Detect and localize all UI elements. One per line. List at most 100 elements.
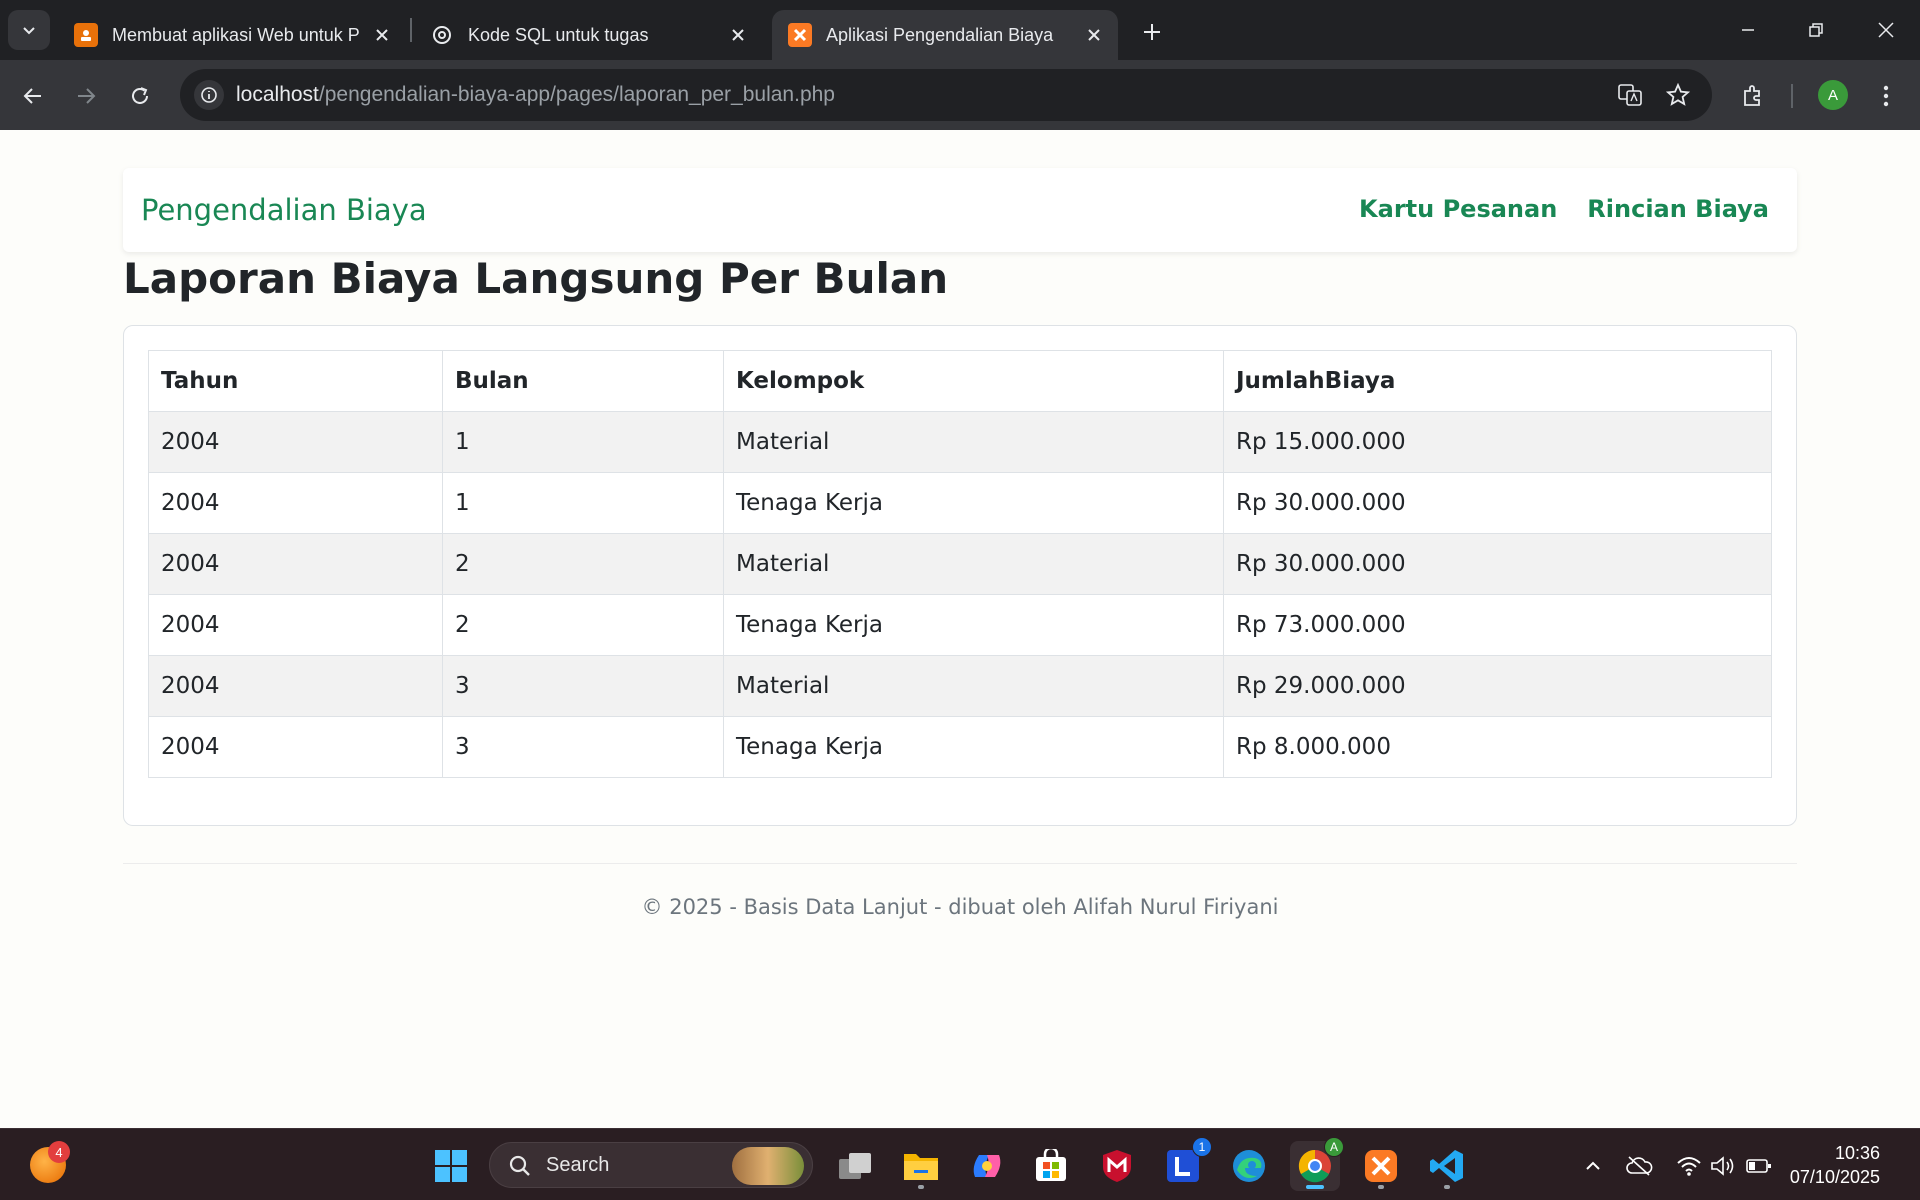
forward-button[interactable] — [66, 76, 106, 116]
translate-icon[interactable] — [1614, 79, 1646, 111]
app-brand[interactable]: Pengendalian Biaya — [141, 193, 427, 227]
profile-avatar[interactable]: A — [1818, 80, 1848, 110]
nav-link-rincian-biaya[interactable]: Rincian Biaya — [1587, 195, 1769, 223]
tab-membuat-aplikasi[interactable]: Membuat aplikasi Web untuk P — [58, 10, 406, 60]
tab-aplikasi-pengendalian-biaya[interactable]: Aplikasi Pengendalian Biaya — [772, 10, 1118, 60]
column-header-kelompok: Kelompok — [723, 350, 1224, 412]
bookmark-star-icon[interactable] — [1662, 79, 1694, 111]
running-indicator — [918, 1185, 924, 1189]
cell-kelompok: Material — [723, 411, 1224, 473]
wifi-icon[interactable] — [1674, 1151, 1704, 1181]
site-info-icon[interactable] — [194, 80, 224, 110]
restore-button[interactable] — [1786, 8, 1846, 52]
close-tab-icon[interactable] — [1080, 21, 1108, 49]
table-row: 2004 3 Material Rp 29.000.000 — [148, 655, 1772, 717]
clock-date: 07/10/2025 — [1789, 1167, 1880, 1187]
restore-icon — [1809, 23, 1823, 37]
mcafee-shield-icon — [1103, 1150, 1131, 1182]
report-table: Tahun Bulan Kelompok JumlahBiaya 2004 1 … — [148, 350, 1772, 778]
extensions-button[interactable] — [1733, 76, 1773, 116]
url-host: localhost — [236, 83, 319, 106]
page-footer: © 2025 - Basis Data Lanjut - dibuat oleh… — [641, 895, 1279, 919]
close-tab-icon[interactable] — [724, 21, 752, 49]
chrome-app[interactable]: A — [1290, 1137, 1344, 1191]
nav-link-kartu-pesanan[interactable]: Kartu Pesanan — [1359, 195, 1557, 223]
table-row: 2004 2 Material Rp 30.000.000 — [148, 533, 1772, 595]
running-indicator — [1444, 1185, 1450, 1189]
app-navbar: Pengendalian Biaya Kartu Pesanan Rincian… — [123, 168, 1797, 252]
chevron-up-icon — [1586, 1161, 1600, 1170]
cell-kelompok: Material — [723, 533, 1224, 595]
clock-time: 10:36 — [1834, 1143, 1880, 1163]
show-hidden-icons-button[interactable] — [1578, 1151, 1608, 1181]
file-explorer-app[interactable] — [896, 1141, 946, 1191]
page-title: Laporan Biaya Langsung Per Bulan — [123, 254, 949, 303]
widgets-badge: 4 — [48, 1141, 70, 1163]
system-clock[interactable]: 10:36 07/10/2025 — [1790, 1141, 1880, 1189]
microsoft-store-app[interactable] — [1026, 1141, 1076, 1191]
table-row: 2004 3 Tenaga Kerja Rp 8.000.000 — [148, 716, 1772, 778]
cell-jumlah-biaya: Rp 73.000.000 — [1223, 594, 1772, 656]
task-view-button[interactable] — [830, 1141, 880, 1191]
address-url[interactable]: localhost/pengendalian-biaya-app/pages/l… — [236, 83, 835, 107]
cell-tahun: 2004 — [148, 411, 443, 473]
tab-search-button[interactable] — [8, 10, 50, 50]
close-window-button[interactable] — [1856, 8, 1916, 52]
edge-icon — [1233, 1150, 1265, 1182]
web-page: Pengendalian Biaya Kartu Pesanan Rincian… — [0, 130, 1920, 1128]
cell-jumlah-biaya: Rp 15.000.000 — [1223, 411, 1772, 473]
battery-icon[interactable] — [1744, 1151, 1774, 1181]
table-row: 2004 2 Tenaga Kerja Rp 73.000.000 — [148, 594, 1772, 656]
reload-button[interactable] — [120, 76, 160, 116]
store-icon — [1036, 1149, 1066, 1181]
address-bar[interactable]: localhost/pengendalian-biaya-app/pages/l… — [180, 69, 1712, 121]
cell-bulan: 2 — [442, 594, 724, 656]
volume-icon[interactable] — [1708, 1151, 1738, 1181]
taskbar-search-box[interactable]: Search — [489, 1142, 813, 1188]
vscode-icon — [1430, 1150, 1463, 1182]
vscode-app[interactable] — [1422, 1141, 1472, 1191]
cell-jumlah-biaya: Rp 29.000.000 — [1223, 655, 1772, 717]
table-row: 2004 1 Material Rp 15.000.000 — [148, 411, 1772, 473]
table-header-row: Tahun Bulan Kelompok JumlahBiaya — [148, 350, 1772, 412]
xampp-app[interactable] — [1356, 1141, 1406, 1191]
column-header-bulan: Bulan — [442, 350, 724, 412]
mcafee-app[interactable] — [1092, 1141, 1142, 1191]
close-tab-icon[interactable] — [368, 21, 396, 49]
chrome-profile-badge: A — [1324, 1137, 1344, 1157]
cell-tahun: 2004 — [148, 594, 443, 656]
edge-app[interactable] — [1224, 1141, 1274, 1191]
browser-tab-strip: Membuat aplikasi Web untuk P Kode SQL un… — [0, 0, 1920, 60]
onedrive-icon[interactable] — [1624, 1151, 1654, 1181]
start-button[interactable] — [426, 1141, 476, 1191]
active-indicator — [1306, 1185, 1324, 1189]
cell-kelompok: Tenaga Kerja — [723, 594, 1224, 656]
cell-tahun: 2004 — [148, 533, 443, 595]
search-highlight-image — [732, 1147, 804, 1185]
column-header-tahun: Tahun — [148, 350, 443, 412]
presentation-icon — [74, 23, 98, 47]
arrow-left-icon — [23, 88, 41, 104]
url-path: /pengendalian-biaya-app/pages/laporan_pe… — [318, 83, 835, 106]
cell-jumlah-biaya: Rp 8.000.000 — [1223, 716, 1772, 778]
lenovo-app[interactable]: 1 — [1158, 1137, 1212, 1191]
minimize-button[interactable] — [1718, 8, 1778, 52]
reload-icon — [132, 87, 148, 104]
back-button[interactable] — [13, 76, 53, 116]
cell-kelompok: Material — [723, 655, 1224, 717]
search-label: Search — [546, 1154, 610, 1176]
tab-kode-sql[interactable]: Kode SQL untuk tugas — [414, 10, 762, 60]
browser-menu-button[interactable] — [1866, 76, 1906, 116]
chatgpt-icon — [430, 23, 454, 47]
new-tab-button[interactable] — [1134, 14, 1170, 50]
copilot-app[interactable] — [962, 1141, 1012, 1191]
column-header-jumlah-biaya: JumlahBiaya — [1223, 350, 1772, 412]
browser-toolbar: localhost/pengendalian-biaya-app/pages/l… — [0, 60, 1920, 130]
arrow-right-icon — [78, 88, 96, 104]
notification-badge: 1 — [1192, 1137, 1212, 1157]
search-icon — [509, 1155, 530, 1176]
folder-icon — [904, 1154, 938, 1180]
cell-kelompok: Tenaga Kerja — [723, 472, 1224, 534]
windows-icon — [435, 1150, 467, 1182]
cell-tahun: 2004 — [148, 472, 443, 534]
